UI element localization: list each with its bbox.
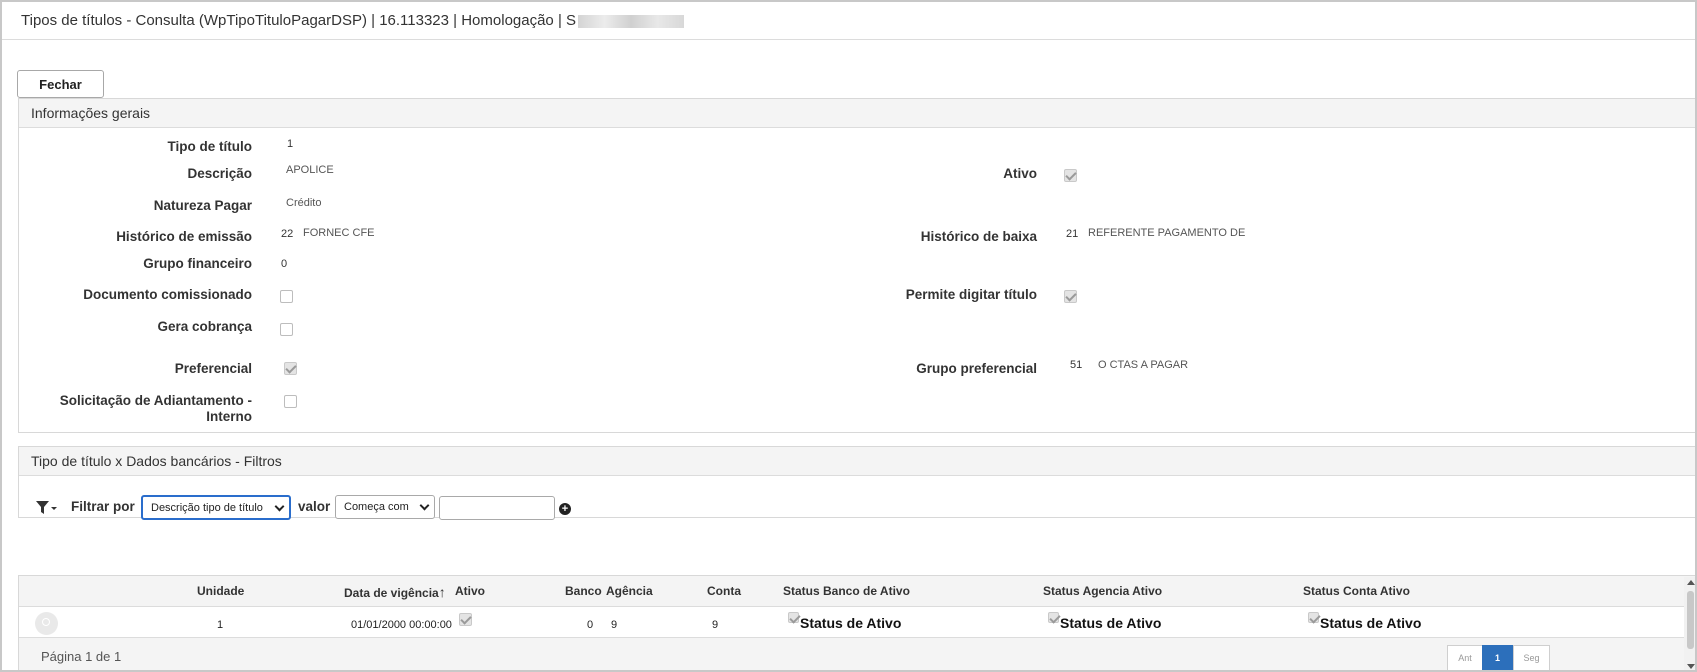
hist-baixa-code: 21 (1066, 228, 1079, 240)
general-info-header: Informações gerais (19, 99, 1695, 128)
bank-data-grid: Unidade Data de vigência↑ Ativo Banco Ag… (18, 575, 1695, 670)
scroll-thumb[interactable] (1687, 591, 1694, 649)
cell-status-agencia: Status de Ativo (1060, 615, 1162, 631)
grid-scrollbar[interactable] (1684, 577, 1695, 670)
col-ativo[interactable]: Ativo (455, 584, 485, 598)
tipo-titulo-label: Tipo de título (167, 139, 253, 154)
grupo-preferencial-value: O CTAS A PAGAR (1098, 359, 1189, 371)
doc-comissionado-label: Documento comissionado (83, 287, 252, 302)
filter-operator-select[interactable]: Começa com (335, 495, 435, 519)
window-title-text: Tipos de títulos - Consulta (WpTipoTitul… (21, 12, 577, 29)
col-status-banco[interactable]: Status Banco de Ativo (783, 584, 910, 598)
filter-value-input[interactable] (439, 496, 555, 520)
grupo-financeiro-value: 0 (281, 258, 288, 270)
solicitacao-label: Solicitação de Adiantamento - Interno (19, 393, 252, 425)
gera-cobranca-label: Gera cobrança (157, 319, 252, 334)
close-button[interactable]: Fechar (17, 70, 104, 98)
hist-emissao-label: Histórico de emissão (116, 229, 252, 244)
cell-status-conta: Status de Ativo (1320, 615, 1422, 631)
status-conta-checkbox[interactable] (1308, 612, 1319, 623)
col-conta[interactable]: Conta (707, 584, 741, 598)
grid-header: Unidade Data de vigência↑ Ativo Banco Ag… (19, 576, 1695, 607)
preferencial-label: Preferencial (174, 361, 252, 376)
chevron-down-icon (274, 501, 285, 512)
col-agencia[interactable]: Agência (606, 584, 653, 598)
cell-data-vigencia: 01/01/2000 00:00:00 (351, 619, 452, 631)
solicitacao-label-line1: Solicitação de Adiantamento - (59, 393, 252, 408)
gera-cobranca-checkbox[interactable] (280, 323, 293, 336)
cell-unidade: 1 (217, 619, 224, 631)
solicitacao-label-line2: Interno (206, 409, 252, 424)
cell-conta: 9 (712, 619, 719, 631)
hist-emissao-value: FORNEC CFE (303, 227, 375, 239)
col-status-agencia[interactable]: Status Agencia Ativo (1043, 584, 1162, 598)
prev-page-button[interactable]: Ant (1447, 645, 1483, 670)
search-icon[interactable] (35, 612, 58, 635)
filter-operator-selected: Começa com (344, 501, 409, 513)
scroll-up-icon[interactable] (1687, 580, 1695, 585)
cell-ativo-checkbox[interactable] (459, 613, 472, 626)
hist-emissao-code: 22 (281, 228, 294, 240)
status-agencia-checkbox[interactable] (1048, 612, 1059, 623)
next-page-button[interactable]: Seg (1513, 645, 1550, 670)
preferencial-checkbox[interactable] (284, 362, 297, 375)
add-filter-icon[interactable]: + (559, 503, 571, 515)
filter-by-label: Filtrar por (71, 499, 135, 514)
filter-field-select[interactable]: Descrição tipo de título (141, 495, 291, 520)
grupo-preferencial-label: Grupo preferencial (916, 361, 1037, 376)
doc-comissionado-checkbox[interactable] (280, 290, 293, 303)
hist-baixa-value: REFERENTE PAGAMENTO DE (1088, 227, 1246, 239)
app-window: Tipos de títulos - Consulta (WpTipoTitul… (0, 0, 1697, 672)
page-info: Página 1 de 1 (41, 649, 122, 664)
natureza-label: Natureza Pagar (153, 198, 252, 213)
permite-digitar-label: Permite digitar título (905, 287, 1037, 302)
ativo-label: Ativo (1003, 166, 1037, 181)
filters-panel: Tipo de título x Dados bancários - Filtr… (18, 446, 1695, 520)
descricao-label: Descrição (187, 166, 252, 181)
title-bar: Tipos de títulos - Consulta (WpTipoTitul… (2, 2, 1695, 40)
chevron-down-icon (419, 500, 430, 511)
window-title: Tipos de títulos - Consulta (WpTipoTitul… (21, 12, 685, 29)
cell-banco: 0 (587, 619, 594, 631)
col-unidade[interactable]: Unidade (197, 584, 244, 598)
ativo-checkbox[interactable] (1064, 169, 1077, 182)
general-info-panel: Informações gerais Tipo de título 1 Desc… (18, 98, 1695, 433)
natureza-value: Crédito (286, 197, 322, 209)
descricao-value: APOLICE (286, 164, 334, 176)
cell-status-banco: Status de Ativo (800, 615, 902, 631)
scroll-down-icon[interactable] (1687, 664, 1695, 669)
redacted-text (578, 14, 685, 28)
col-data-vigencia[interactable]: Data de vigência↑ (344, 584, 446, 600)
tipo-titulo-value: 1 (287, 138, 294, 150)
permite-digitar-checkbox[interactable] (1064, 290, 1077, 303)
solicitacao-checkbox[interactable] (284, 395, 297, 408)
cell-agencia: 9 (611, 619, 618, 631)
col-status-conta[interactable]: Status Conta Ativo (1303, 584, 1410, 598)
grid-footer: Página 1 de 1 Ant 1 Seg (19, 637, 1695, 670)
filter-field-selected: Descrição tipo de título (151, 502, 263, 514)
sort-asc-icon: ↑ (438, 584, 446, 600)
status-banco-checkbox[interactable] (788, 612, 799, 623)
current-page-button[interactable]: 1 (1482, 645, 1513, 670)
col-banco[interactable]: Banco (565, 584, 602, 598)
grupo-financeiro-label: Grupo financeiro (143, 256, 252, 271)
filters-header: Tipo de título x Dados bancários - Filtr… (19, 447, 1695, 476)
col-data-vigencia-label: Data de vigência (344, 586, 439, 600)
hist-baixa-label: Histórico de baixa (920, 229, 1037, 244)
value-label: valor (298, 499, 331, 514)
filter-funnel-icon[interactable] (35, 499, 57, 517)
grupo-preferencial-code: 51 (1070, 359, 1083, 371)
filter-row: Filtrar por Descrição tipo de título val… (19, 487, 1695, 527)
